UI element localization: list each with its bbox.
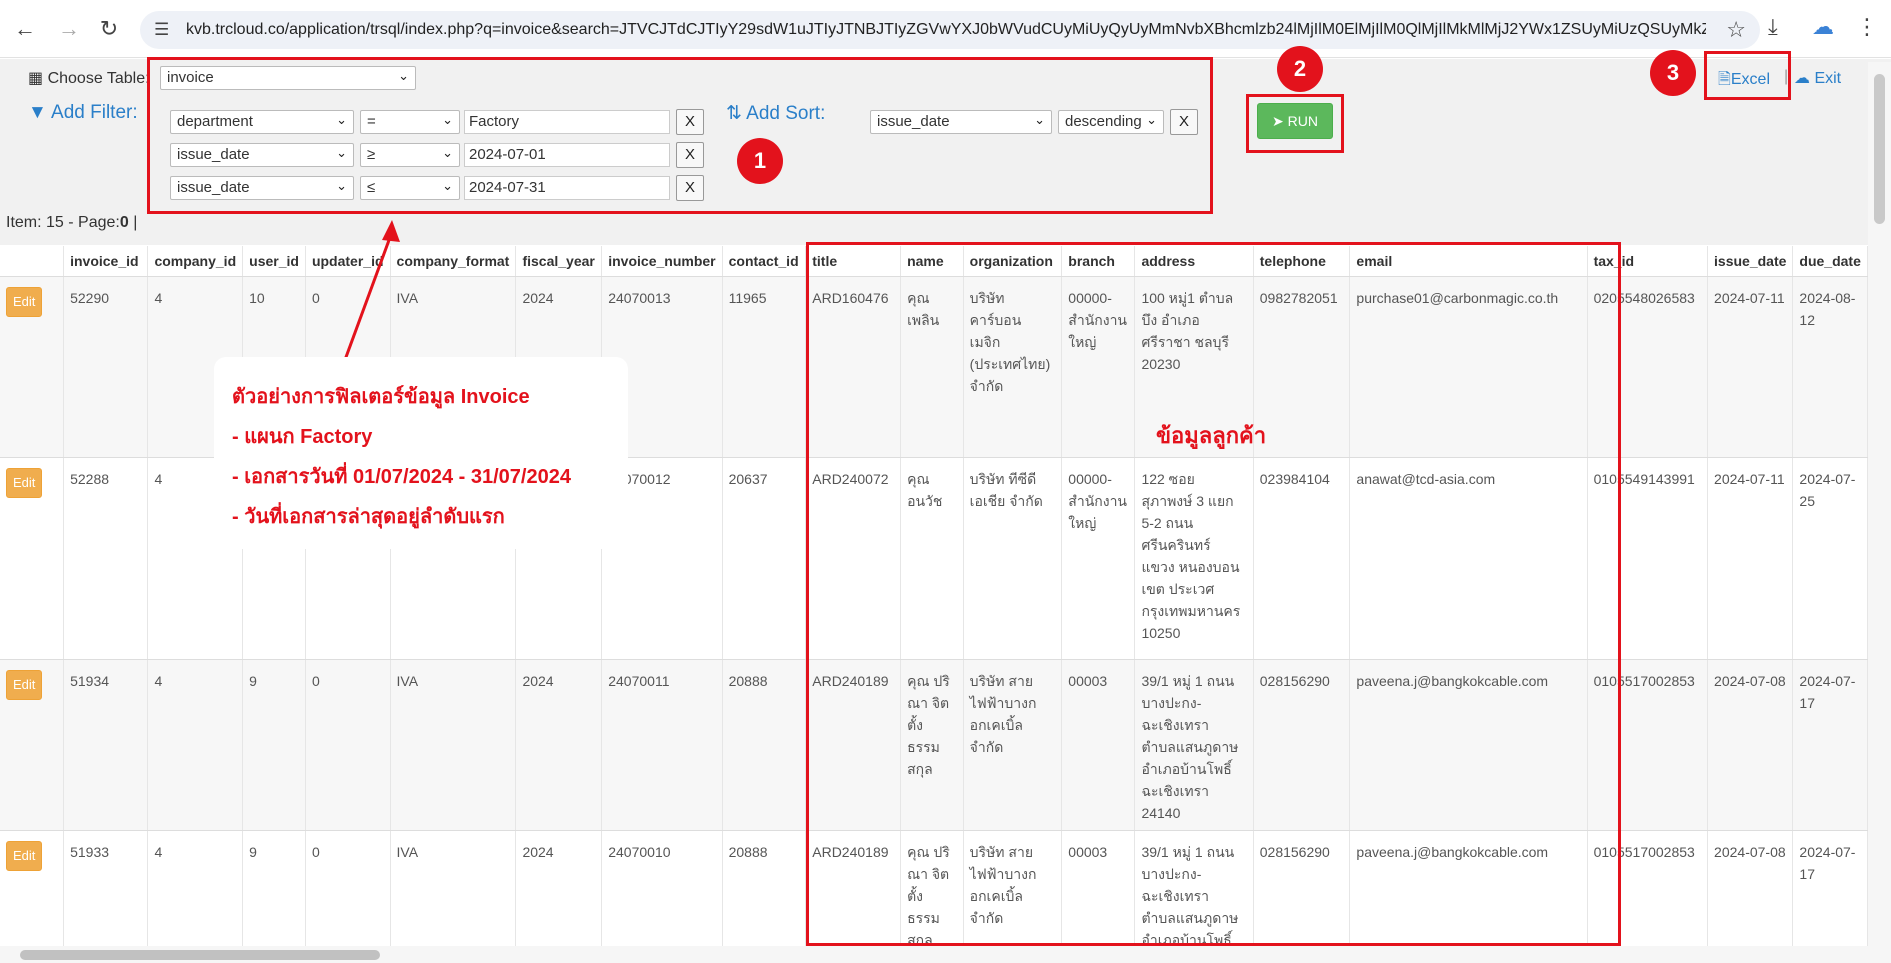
customer-data-highlight-box: [806, 242, 1621, 946]
edit-button[interactable]: Edit: [6, 286, 43, 317]
table-cell: 2024-07-08: [1707, 830, 1794, 946]
add-filter-button[interactable]: ▼ Add Filter:: [28, 102, 138, 124]
filter-icon: ▼: [28, 102, 47, 123]
edit-cell: Edit: [0, 457, 65, 660]
edit-cell: Edit: [0, 659, 65, 831]
column-header[interactable]: company_id: [147, 246, 244, 277]
column-header[interactable]: [0, 246, 65, 277]
horizontal-scrollbar[interactable]: [0, 946, 1891, 963]
table-cell: 0: [305, 830, 391, 946]
callout-line: - วันที่เอกสารล่าสุดอยู่ลำดับแรก: [232, 506, 505, 528]
table-cell: 11965: [722, 276, 807, 458]
table-cell: 20888: [722, 659, 807, 831]
column-header[interactable]: invoice_number: [601, 246, 723, 277]
filter-explanation-callout: ตัวอย่างการฟิลเตอร์ข้อมูล Invoice - แผนก…: [214, 357, 628, 549]
table-cell: 0: [305, 659, 391, 831]
column-header[interactable]: fiscal_year: [515, 246, 603, 277]
table-cell: 2024: [515, 659, 603, 831]
table-cell: 2024: [515, 830, 603, 946]
column-header[interactable]: invoice_id: [63, 246, 149, 277]
table-cell: 2024-07-17: [1792, 830, 1868, 946]
filter-highlight-box: [147, 57, 1213, 214]
column-header[interactable]: contact_id: [722, 246, 807, 277]
choose-table-label: ▦ Choose Table:: [28, 70, 150, 87]
bookmark-star-icon[interactable]: ☆: [1726, 17, 1746, 43]
step-badge-3: 3: [1650, 50, 1696, 96]
run-highlight-box: [1246, 94, 1344, 153]
edit-button[interactable]: Edit: [6, 669, 43, 700]
back-icon[interactable]: ←: [12, 16, 38, 42]
table-cell: 2024-08-12: [1792, 276, 1868, 458]
edit-cell: Edit: [0, 276, 65, 458]
vertical-scroll-thumb[interactable]: [1874, 74, 1885, 224]
column-header[interactable]: due_date: [1792, 246, 1868, 277]
annotation-arrow: [340, 220, 400, 369]
cloud-icon: ☁: [1794, 70, 1810, 87]
callout-line: - เอกสารวันที่ 01/07/2024 - 31/07/2024: [232, 466, 571, 488]
url-text[interactable]: kvb.trcloud.co/application/trsql/index.p…: [186, 21, 1706, 39]
browser-toolbar: ← → ↻ ☰ kvb.trcloud.co/application/trsql…: [0, 0, 1891, 58]
table-cell: IVA: [390, 830, 517, 946]
horizontal-scroll-thumb[interactable]: [20, 950, 380, 960]
table-cell: 51934: [63, 659, 149, 831]
table-cell: 2024-07-11: [1707, 276, 1794, 458]
table-cell: 52290: [63, 276, 149, 458]
cloud-extension-icon[interactable]: ☁: [1812, 14, 1834, 40]
callout-line: ตัวอย่างการฟิลเตอร์ข้อมูล Invoice: [232, 386, 530, 408]
menu-icon[interactable]: ⋮: [1856, 14, 1878, 40]
table-cell: 2024-07-17: [1792, 659, 1868, 831]
edit-cell: Edit: [0, 830, 65, 946]
step-badge-1: 1: [737, 138, 783, 184]
table-cell: 20637: [722, 457, 807, 660]
table-cell: 24070011: [601, 659, 723, 831]
table-grid-icon: ▦: [28, 70, 44, 87]
download-icon[interactable]: ⤓: [1768, 14, 1778, 40]
column-header[interactable]: issue_date: [1707, 246, 1794, 277]
vertical-scrollbar[interactable]: [1868, 62, 1891, 946]
table-cell: 4: [147, 830, 244, 946]
excel-highlight-box: [1704, 51, 1791, 100]
table-cell: 2024-07-08: [1707, 659, 1794, 831]
step-badge-2: 2: [1277, 46, 1323, 92]
table-cell: 51933: [63, 830, 149, 946]
forward-icon[interactable]: →: [56, 16, 82, 42]
table-cell: 2024-07-25: [1792, 457, 1868, 660]
callout-line: - แผนก Factory: [232, 426, 373, 448]
table-cell: 9: [242, 830, 306, 946]
edit-button[interactable]: Edit: [6, 467, 43, 498]
site-settings-icon[interactable]: ☰: [154, 20, 169, 40]
exit-link[interactable]: ☁ Exit: [1794, 68, 1841, 88]
customer-data-label: ข้อมูลลูกค้า: [1156, 423, 1267, 448]
table-cell: 9: [242, 659, 306, 831]
table-cell: 24070010: [601, 830, 723, 946]
address-bar[interactable]: ☰ kvb.trcloud.co/application/trsql/index…: [140, 11, 1760, 49]
table-cell: IVA: [390, 659, 517, 831]
table-cell: 20888: [722, 830, 807, 946]
table-cell: 52288: [63, 457, 149, 660]
table-cell: 2024-07-11: [1707, 457, 1794, 660]
column-header[interactable]: user_id: [242, 246, 306, 277]
item-page-info: Item: 15 - Page:0 |: [6, 214, 138, 231]
edit-button[interactable]: Edit: [6, 840, 43, 871]
table-cell: 4: [147, 659, 244, 831]
reload-icon[interactable]: ↻: [96, 16, 122, 42]
